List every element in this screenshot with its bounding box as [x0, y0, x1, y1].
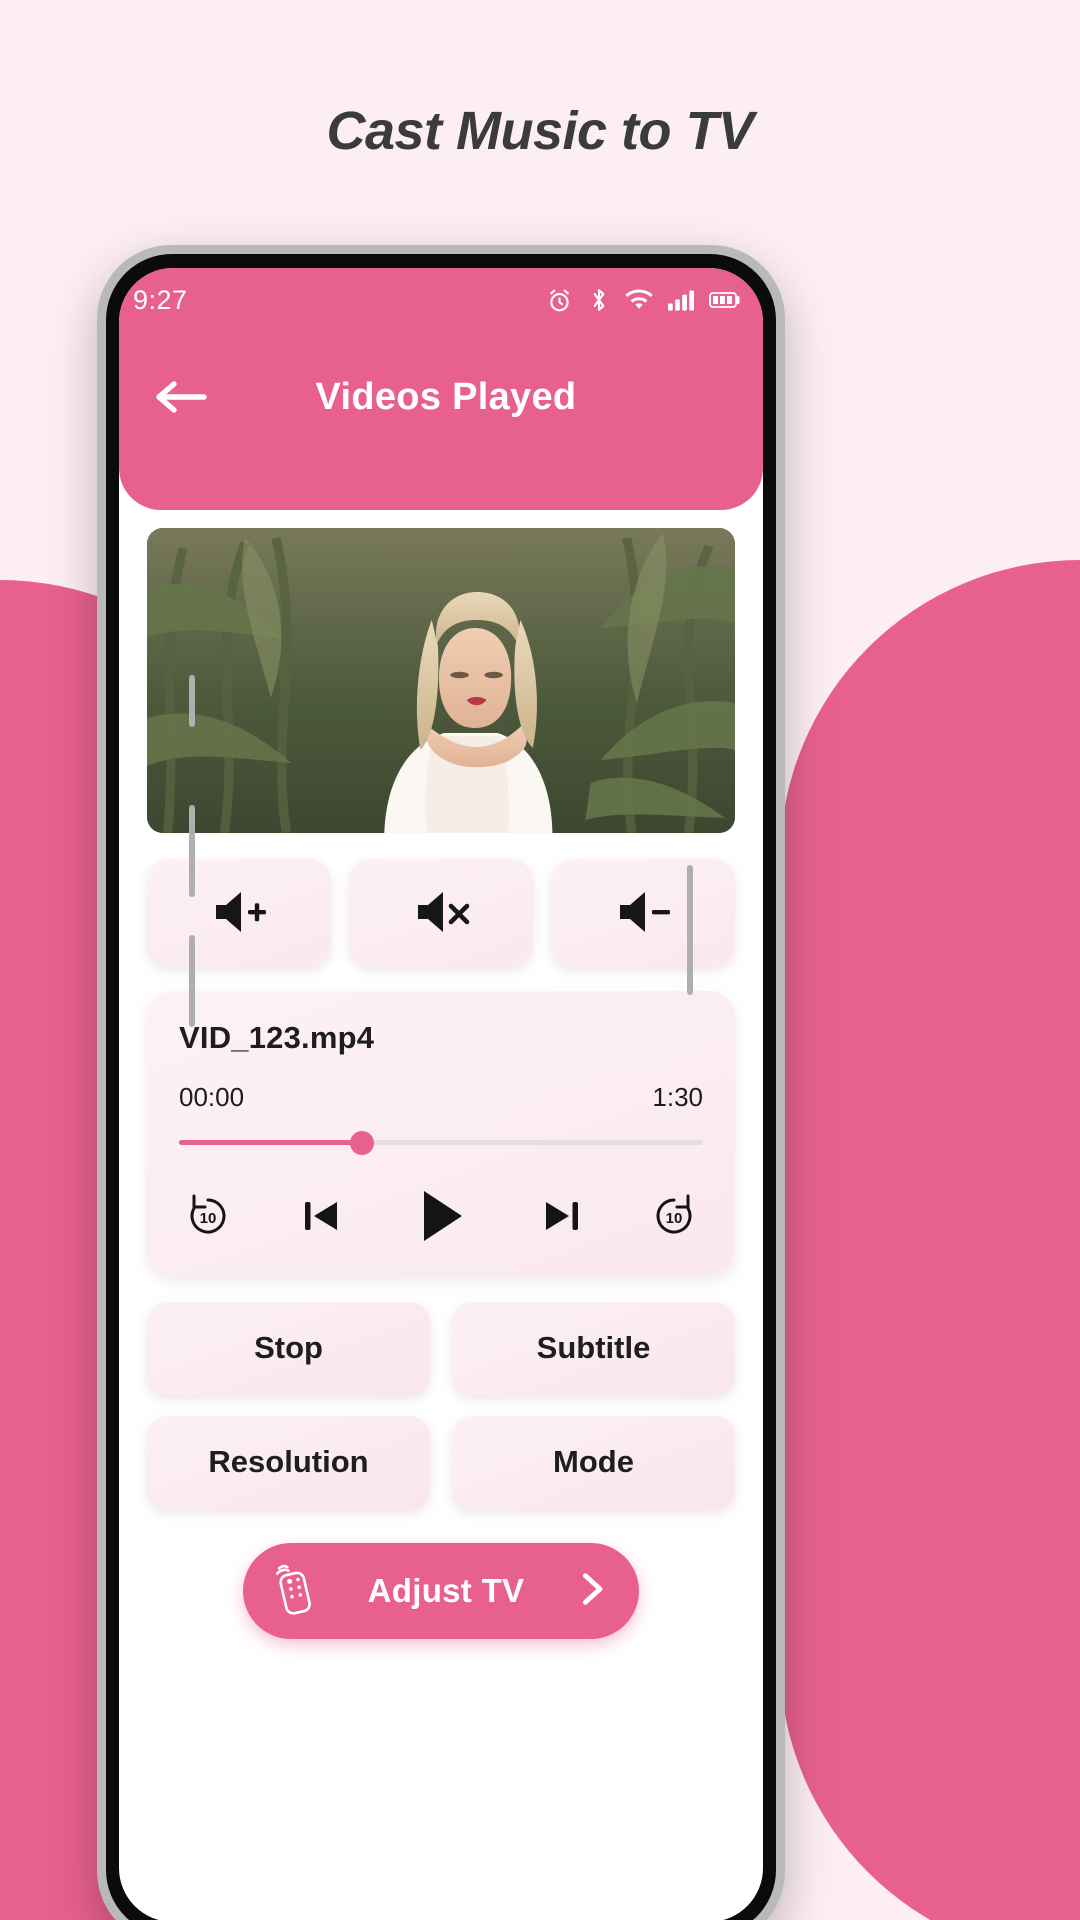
phone-bezel: 9:27 Videos Played VID_123.mp4 00:00 1:3…: [106, 254, 776, 1920]
progress-slider[interactable]: [179, 1131, 703, 1155]
progress-slider-fill: [179, 1140, 363, 1145]
play-button[interactable]: [408, 1183, 474, 1249]
speaker-plus-icon: [208, 886, 270, 938]
phone-volume-down-key: [189, 935, 195, 1027]
app-bar-title: Videos Played: [315, 375, 577, 418]
rewind-10-button[interactable]: 10: [183, 1191, 233, 1241]
phone-power-key: [687, 865, 693, 995]
playback-controls: 10 10: [179, 1183, 703, 1249]
speaker-mute-icon: [410, 886, 472, 938]
mode-button[interactable]: Mode: [452, 1415, 735, 1509]
adjust-tv-wrapper: Adjust TV: [147, 1543, 735, 1639]
bluetooth-icon: [588, 287, 610, 313]
phone-mockup: 9:27 Videos Played VID_123.mp4 00:00 1:3…: [97, 245, 785, 1920]
forward-10-button[interactable]: 10: [649, 1191, 699, 1241]
back-arrow-icon[interactable]: [153, 377, 209, 417]
status-bar: 9:27: [119, 278, 763, 322]
main-content: VID_123.mp4 00:00 1:30 10 10 Stop Subtit…: [119, 510, 763, 1639]
next-track-button[interactable]: [536, 1190, 588, 1242]
progress-slider-thumb[interactable]: [350, 1131, 375, 1155]
action-button-grid: Stop Subtitle Resolution Mode: [147, 1301, 735, 1509]
app-bar: Videos Played: [119, 322, 763, 472]
chevron-right-icon: [575, 1569, 609, 1614]
current-time-label: 00:00: [179, 1082, 245, 1112]
alarm-icon: [546, 287, 573, 314]
speaker-minus-icon: [612, 886, 674, 938]
phone-volume-up-key: [189, 805, 195, 897]
subtitle-button[interactable]: Subtitle: [452, 1301, 735, 1395]
total-time-label: 1:30: [652, 1082, 703, 1112]
forward-10-label: 10: [666, 1210, 683, 1227]
volume-mute-button[interactable]: [349, 858, 533, 966]
player-card: VID_123.mp4 00:00 1:30 10 10: [147, 990, 735, 1275]
phone-screen: 9:27 Videos Played VID_123.mp4 00:00 1:3…: [119, 268, 763, 1920]
thumbnail-illustration: [147, 528, 735, 833]
current-file-name: VID_123.mp4: [179, 1020, 375, 1055]
battery-icon: [709, 290, 741, 310]
adjust-tv-button[interactable]: Adjust TV: [243, 1543, 639, 1639]
phone-mute-switch: [189, 675, 195, 727]
rewind-10-label: 10: [200, 1210, 217, 1227]
previous-track-button[interactable]: [295, 1190, 347, 1242]
volume-down-button[interactable]: [551, 858, 735, 966]
video-thumbnail[interactable]: [147, 528, 735, 833]
status-bar-time: 9:27: [133, 284, 188, 315]
wifi-icon: [625, 289, 653, 311]
remote-control-icon: [273, 1563, 317, 1620]
volume-up-button[interactable]: [147, 858, 331, 966]
adjust-tv-label: Adjust TV: [367, 1572, 525, 1609]
app-header: 9:27 Videos Played: [119, 268, 763, 510]
volume-controls-row: [147, 858, 735, 966]
cellular-signal-icon: [668, 289, 694, 311]
time-row: 00:00 1:30: [179, 1082, 703, 1113]
resolution-button[interactable]: Resolution: [147, 1415, 430, 1509]
stop-button[interactable]: Stop: [147, 1301, 430, 1395]
page-title: Cast Music to TV: [326, 101, 754, 161]
status-bar-icons: [546, 287, 741, 314]
background-blob-right: [780, 560, 1080, 1920]
